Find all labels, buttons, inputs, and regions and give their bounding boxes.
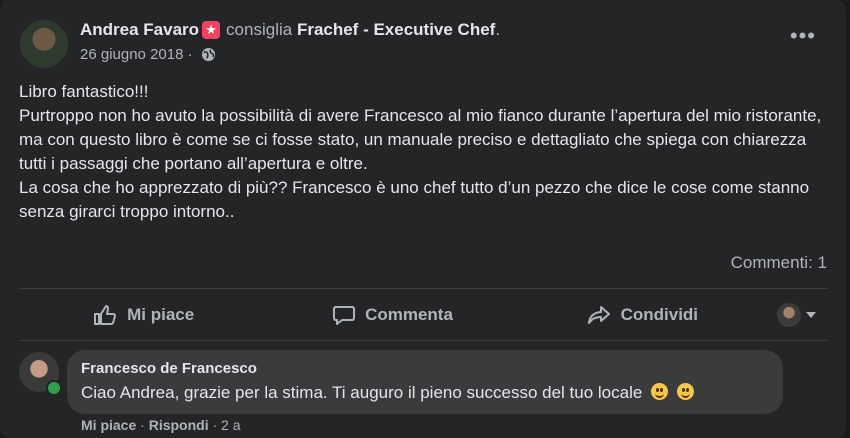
like-button[interactable]: Mi piace bbox=[19, 290, 268, 340]
comment-author[interactable]: Francesco de Francesco bbox=[81, 360, 257, 377]
online-status-icon bbox=[46, 380, 62, 396]
recommendation-star-icon: ★ bbox=[202, 21, 221, 39]
post-body: Libro fantastico!!! Purtroppo non ho avu… bbox=[19, 80, 834, 224]
comment-text-content: Ciao Andrea, grazie per la stima. Ti aug… bbox=[81, 383, 643, 402]
post-header: Andrea Favaro ★ consiglia Frachef - Execut… bbox=[80, 20, 500, 40]
comments-count-link[interactable]: Commenti: 1 bbox=[731, 253, 827, 273]
post-card: Andrea Favaro ★ consiglia Frachef - Execut… bbox=[0, 0, 846, 438]
header-period: . bbox=[495, 20, 501, 39]
post-paragraph: Libro fantastico!!! bbox=[19, 82, 149, 101]
comment-reply-link[interactable]: Rispondi bbox=[149, 417, 209, 433]
comment-bubble-icon bbox=[333, 306, 356, 325]
chevron-down-icon bbox=[806, 312, 817, 318]
action-bar: Mi piace Commenta Condividi bbox=[19, 290, 827, 340]
comment-actions-separator: · bbox=[140, 417, 145, 433]
page-name[interactable]: Frachef - Executive Chef bbox=[297, 20, 495, 39]
divider bbox=[19, 288, 827, 289]
more-options-icon[interactable]: ••• bbox=[790, 25, 816, 47]
globe-icon[interactable] bbox=[201, 47, 216, 66]
post-paragraph: Purtroppo non ho avuto la possibilità di… bbox=[19, 106, 822, 173]
post-meta: 26 giugno 2018 · bbox=[80, 46, 216, 66]
share-button[interactable]: Condividi bbox=[518, 290, 767, 340]
comment-text: Ciao Andrea, grazie per la stima. Ti aug… bbox=[81, 383, 694, 403]
comment-button[interactable]: Commenta bbox=[268, 290, 517, 340]
meta-separator: · bbox=[187, 46, 193, 63]
comment-label: Commenta bbox=[365, 305, 453, 324]
comment-like-link[interactable]: Mi piace bbox=[81, 417, 136, 433]
share-label: Condividi bbox=[620, 305, 699, 324]
smile-emoji-icon bbox=[651, 383, 669, 400]
comment-time[interactable]: 2 a bbox=[221, 417, 240, 433]
author-avatar[interactable] bbox=[20, 20, 68, 68]
share-arrow-icon bbox=[587, 306, 610, 324]
smile-emoji-icon bbox=[676, 383, 694, 400]
thumbs-up-icon bbox=[94, 305, 117, 325]
recommends-label: consiglia bbox=[226, 20, 293, 39]
post-date[interactable]: 26 giugno 2018 bbox=[80, 46, 183, 63]
author-name[interactable]: Andrea Favaro bbox=[80, 20, 199, 39]
post-paragraph: La cosa che ho apprezzato di più?? Franc… bbox=[19, 178, 810, 221]
comment-actions: Mi piace · Rispondi · 2 a bbox=[81, 417, 241, 433]
audience-avatar bbox=[777, 303, 802, 327]
comment-bubble: Francesco de Francesco Ciao Andrea, graz… bbox=[67, 350, 783, 414]
like-label: Mi piace bbox=[127, 305, 195, 324]
divider bbox=[19, 340, 827, 341]
reaction-audience-selector[interactable] bbox=[767, 290, 827, 340]
comment-actions-separator: · bbox=[212, 417, 218, 433]
